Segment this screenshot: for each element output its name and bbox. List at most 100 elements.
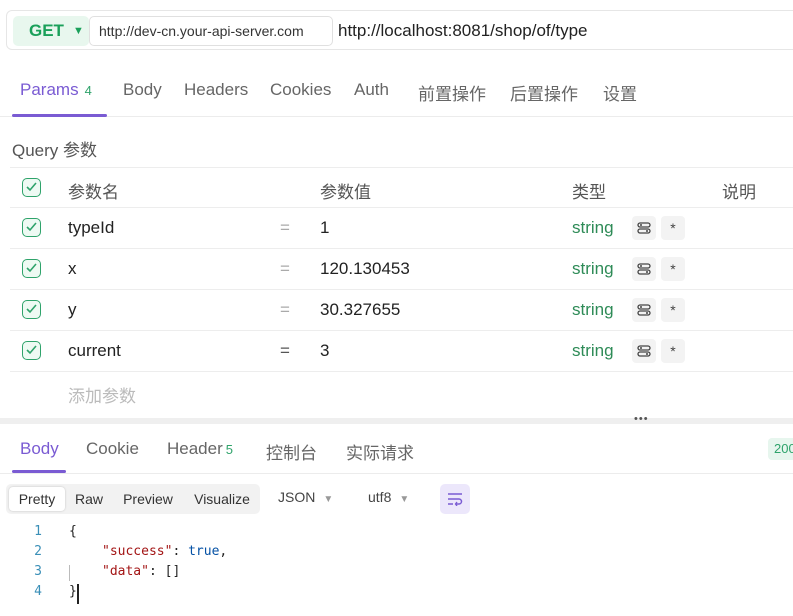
params-count-badge: 4 xyxy=(84,83,92,98)
add-param-input[interactable]: 添加参数 xyxy=(68,382,136,407)
param-required-toggle[interactable]: * xyxy=(661,216,685,240)
param-type-select[interactable]: string xyxy=(572,300,614,320)
param-settings-button[interactable] xyxy=(632,216,656,240)
tab-settings[interactable]: 设置 xyxy=(603,80,637,105)
active-tab-indicator xyxy=(12,114,107,117)
param-type-select[interactable]: string xyxy=(572,259,614,279)
tab-params-label: Params xyxy=(20,80,79,99)
param-required-toggle[interactable]: * xyxy=(661,298,685,322)
header-value: 参数值 xyxy=(320,183,371,202)
header-description: 说明 xyxy=(722,183,756,202)
tab-pre-operations[interactable]: 前置操作 xyxy=(418,80,486,105)
select-all-checkbox[interactable] xyxy=(22,178,41,197)
check-icon xyxy=(26,345,37,355)
param-name-input[interactable]: current xyxy=(68,341,121,361)
line-number: 4 xyxy=(34,584,42,599)
word-wrap-button[interactable] xyxy=(440,484,470,514)
add-param-row: 添加参数 xyxy=(10,372,793,413)
format-select[interactable]: JSON ▼ xyxy=(278,489,333,505)
tab-auth[interactable]: Auth xyxy=(354,80,389,100)
chevron-down-icon: ▼ xyxy=(73,25,84,37)
param-value-input[interactable]: 120.130453 xyxy=(320,259,410,279)
line-number: 3 xyxy=(34,564,42,579)
check-icon xyxy=(26,182,37,192)
view-mode-toggle: Pretty Raw Preview Visualize xyxy=(6,484,260,514)
param-name-input[interactable]: x xyxy=(68,259,77,279)
header-type: 类型 xyxy=(572,183,606,202)
param-value-input[interactable]: 1 xyxy=(320,218,329,238)
tab-console[interactable]: 控制台 xyxy=(266,439,317,464)
line-number: 1 xyxy=(34,524,42,539)
chevron-down-icon: ▼ xyxy=(399,494,410,505)
header-count-badge: 5 xyxy=(225,442,233,457)
param-required-toggle[interactable]: * xyxy=(661,339,685,363)
check-icon xyxy=(26,263,37,273)
url-bar: GET ▼ http://dev-cn.your-api-server.com … xyxy=(6,10,793,50)
environment-prefix[interactable]: http://dev-cn.your-api-server.com xyxy=(89,16,333,46)
tab-body[interactable]: Body xyxy=(123,80,162,100)
view-preview-button[interactable]: Preview xyxy=(118,487,178,511)
request-tabs: Params 4 Body Headers Cookies Auth 前置操作 后… xyxy=(0,72,793,117)
tab-post-operations[interactable]: 后置操作 xyxy=(510,80,578,105)
code-text: { xyxy=(69,524,77,539)
panel-splitter[interactable] xyxy=(0,418,793,424)
param-row-typeid: typeId = 1 string * xyxy=(10,208,793,249)
equals-sign: = xyxy=(280,300,290,319)
param-type-select[interactable]: string xyxy=(572,218,614,238)
param-name-input[interactable]: typeId xyxy=(68,218,114,238)
param-row-x: x = 120.130453 string * xyxy=(10,249,793,290)
format-select-label: JSON xyxy=(278,489,316,505)
param-enable-checkbox[interactable] xyxy=(22,218,41,237)
text-cursor xyxy=(77,584,79,604)
code-line: 4 } xyxy=(0,582,793,602)
tab-response-cookie[interactable]: Cookie xyxy=(86,439,139,459)
json-value: true xyxy=(188,544,220,559)
view-raw-button[interactable]: Raw xyxy=(69,487,109,511)
tab-params[interactable]: Params 4 xyxy=(20,80,92,100)
param-row-y: y = 30.327655 string * xyxy=(10,290,793,331)
view-visualize-button[interactable]: Visualize xyxy=(188,487,256,511)
code-text: "success": true, xyxy=(102,542,227,562)
json-tail: [] xyxy=(164,564,181,579)
toggle-settings-icon xyxy=(637,263,651,275)
encoding-select[interactable]: utf8 ▼ xyxy=(368,489,409,505)
equals-sign: = xyxy=(280,218,290,237)
tab-headers[interactable]: Headers xyxy=(184,80,248,100)
url-input[interactable]: http://localhost:8081/shop/of/type xyxy=(338,16,588,46)
param-settings-button[interactable] xyxy=(632,257,656,281)
tab-response-header-label: Header xyxy=(167,439,223,458)
param-row-current: current = 3 string * xyxy=(10,331,793,372)
param-name-input[interactable]: y xyxy=(68,300,77,320)
equals-sign: = xyxy=(280,341,290,360)
json-tail: , xyxy=(219,544,228,559)
toggle-settings-icon xyxy=(637,345,651,357)
status-badge: 200 xyxy=(768,438,793,460)
code-text: } xyxy=(69,584,77,599)
param-enable-checkbox[interactable] xyxy=(22,259,41,278)
param-type-select[interactable]: string xyxy=(572,341,614,361)
check-icon xyxy=(26,304,37,314)
wrap-lines-icon xyxy=(448,493,463,506)
code-text: "data": [] xyxy=(102,562,180,582)
code-line: 3 "data": [] xyxy=(0,562,793,582)
tab-response-header[interactable]: Header 5 xyxy=(167,439,233,459)
code-line: 2 "success": true, xyxy=(0,542,793,562)
params-table-header: 参数名 参数值 类型 说明 xyxy=(10,167,793,208)
param-settings-button[interactable] xyxy=(632,339,656,363)
response-code-viewer[interactable]: 1 { 2 "success": true, 3 "data": [] 4 } xyxy=(0,522,793,602)
param-value-input[interactable]: 30.327655 xyxy=(320,300,400,320)
param-settings-button[interactable] xyxy=(632,298,656,322)
method-label: GET xyxy=(29,21,64,40)
tab-response-body[interactable]: Body xyxy=(20,439,59,459)
view-pretty-button[interactable]: Pretty xyxy=(9,487,65,511)
param-enable-checkbox[interactable] xyxy=(22,341,41,360)
splitter-grip-icon[interactable]: ••• xyxy=(634,414,650,425)
tab-actual-request[interactable]: 实际请求 xyxy=(346,439,414,464)
param-required-toggle[interactable]: * xyxy=(661,257,685,281)
method-select[interactable]: GET ▼ xyxy=(13,16,89,46)
params-table: 参数名 参数值 类型 说明 typeId = 1 string * x = 12… xyxy=(10,167,793,413)
param-enable-checkbox[interactable] xyxy=(22,300,41,319)
param-value-input[interactable]: 3 xyxy=(320,341,329,361)
json-key: "success" xyxy=(102,544,173,559)
tab-cookies[interactable]: Cookies xyxy=(270,80,331,100)
